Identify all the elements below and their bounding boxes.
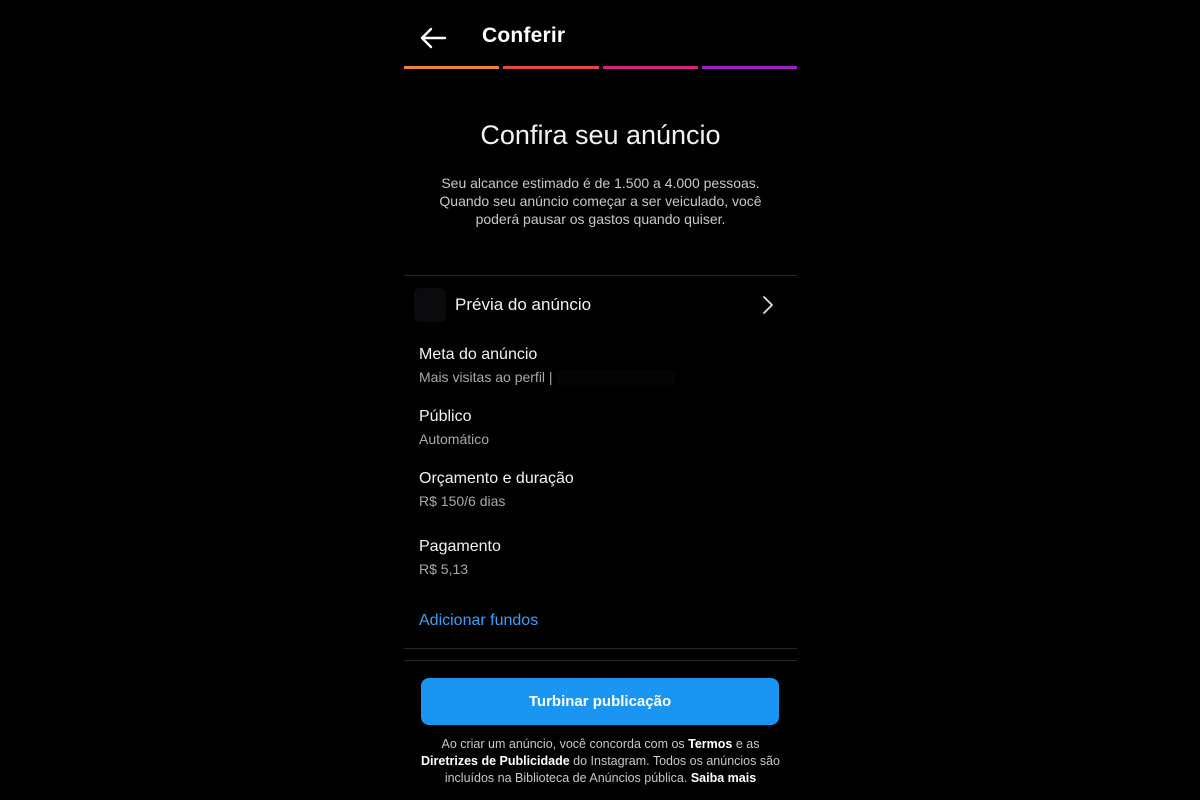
divider (404, 660, 797, 661)
advertising-guidelines-link[interactable]: Diretrizes de Publicidade (421, 754, 570, 768)
progress-segment-3 (602, 66, 698, 69)
budget-duration-label: Orçamento e duração (419, 470, 574, 487)
review-heading: Confira seu anúncio (480, 120, 721, 150)
add-funds-link[interactable]: Adicionar fundos (419, 612, 538, 630)
reach-description-line: poderá pausar os gastos quando quiser. (475, 211, 726, 227)
learn-more-link[interactable]: Saiba mais (691, 771, 756, 785)
step-progress-bar (404, 66, 797, 69)
legal-disclaimer: Ao criar um anúncio, você concorda com o… (414, 736, 787, 787)
progress-segment-4 (701, 66, 797, 69)
boost-review-screen: Conferir Confira seu anúncio Seu alcance… (404, 0, 797, 800)
boost-post-button[interactable]: Turbinar publicação (421, 678, 779, 725)
budget-duration-item[interactable]: Orçamento e duração R$ 150/6 dias (419, 468, 779, 511)
audience-value: Automático (419, 431, 490, 447)
legal-text: e as (735, 737, 760, 751)
reach-description-line: Seu alcance estimado é de 1.500 a 4.000 … (441, 175, 760, 191)
ad-goal-value-text: Mais visitas ao perfil | (419, 369, 553, 385)
audience-label: Público (419, 408, 472, 425)
ad-preview-label: Prévia do anúncio (455, 295, 592, 314)
progress-segment-2 (503, 66, 599, 69)
top-bar: Conferir (404, 0, 797, 66)
ad-goal-value: Mais visitas ao perfil | (419, 367, 779, 387)
ad-goal-item[interactable]: Meta do anúncio Mais visitas ao perfil | (419, 344, 779, 387)
page-title: Conferir (482, 24, 566, 47)
divider (404, 275, 797, 276)
legal-text: Ao criar um anúncio, você concorda com o… (441, 737, 685, 751)
ad-preview-thumbnail (414, 288, 446, 322)
redacted-username (556, 371, 675, 386)
divider (404, 648, 797, 649)
audience-item[interactable]: Público Automático (419, 406, 779, 449)
arrow-left-icon (420, 27, 447, 49)
budget-duration-value: R$ 150/6 dias (419, 493, 506, 509)
payment-item[interactable]: Pagamento R$ 5,13 (419, 536, 779, 579)
chevron-right-icon (763, 296, 773, 314)
terms-link[interactable]: Termos (688, 737, 732, 751)
ad-goal-label: Meta do anúncio (419, 346, 538, 363)
payment-label: Pagamento (419, 538, 501, 555)
reach-description: Seu alcance estimado é de 1.500 a 4.000 … (418, 174, 783, 228)
payment-value: R$ 5,13 (419, 561, 469, 577)
back-button[interactable] (418, 22, 450, 54)
progress-segment-1 (404, 66, 500, 69)
reach-description-line: Quando seu anúncio começar a ser veicula… (439, 193, 762, 209)
ad-preview-row[interactable]: Prévia do anúncio (404, 282, 797, 328)
